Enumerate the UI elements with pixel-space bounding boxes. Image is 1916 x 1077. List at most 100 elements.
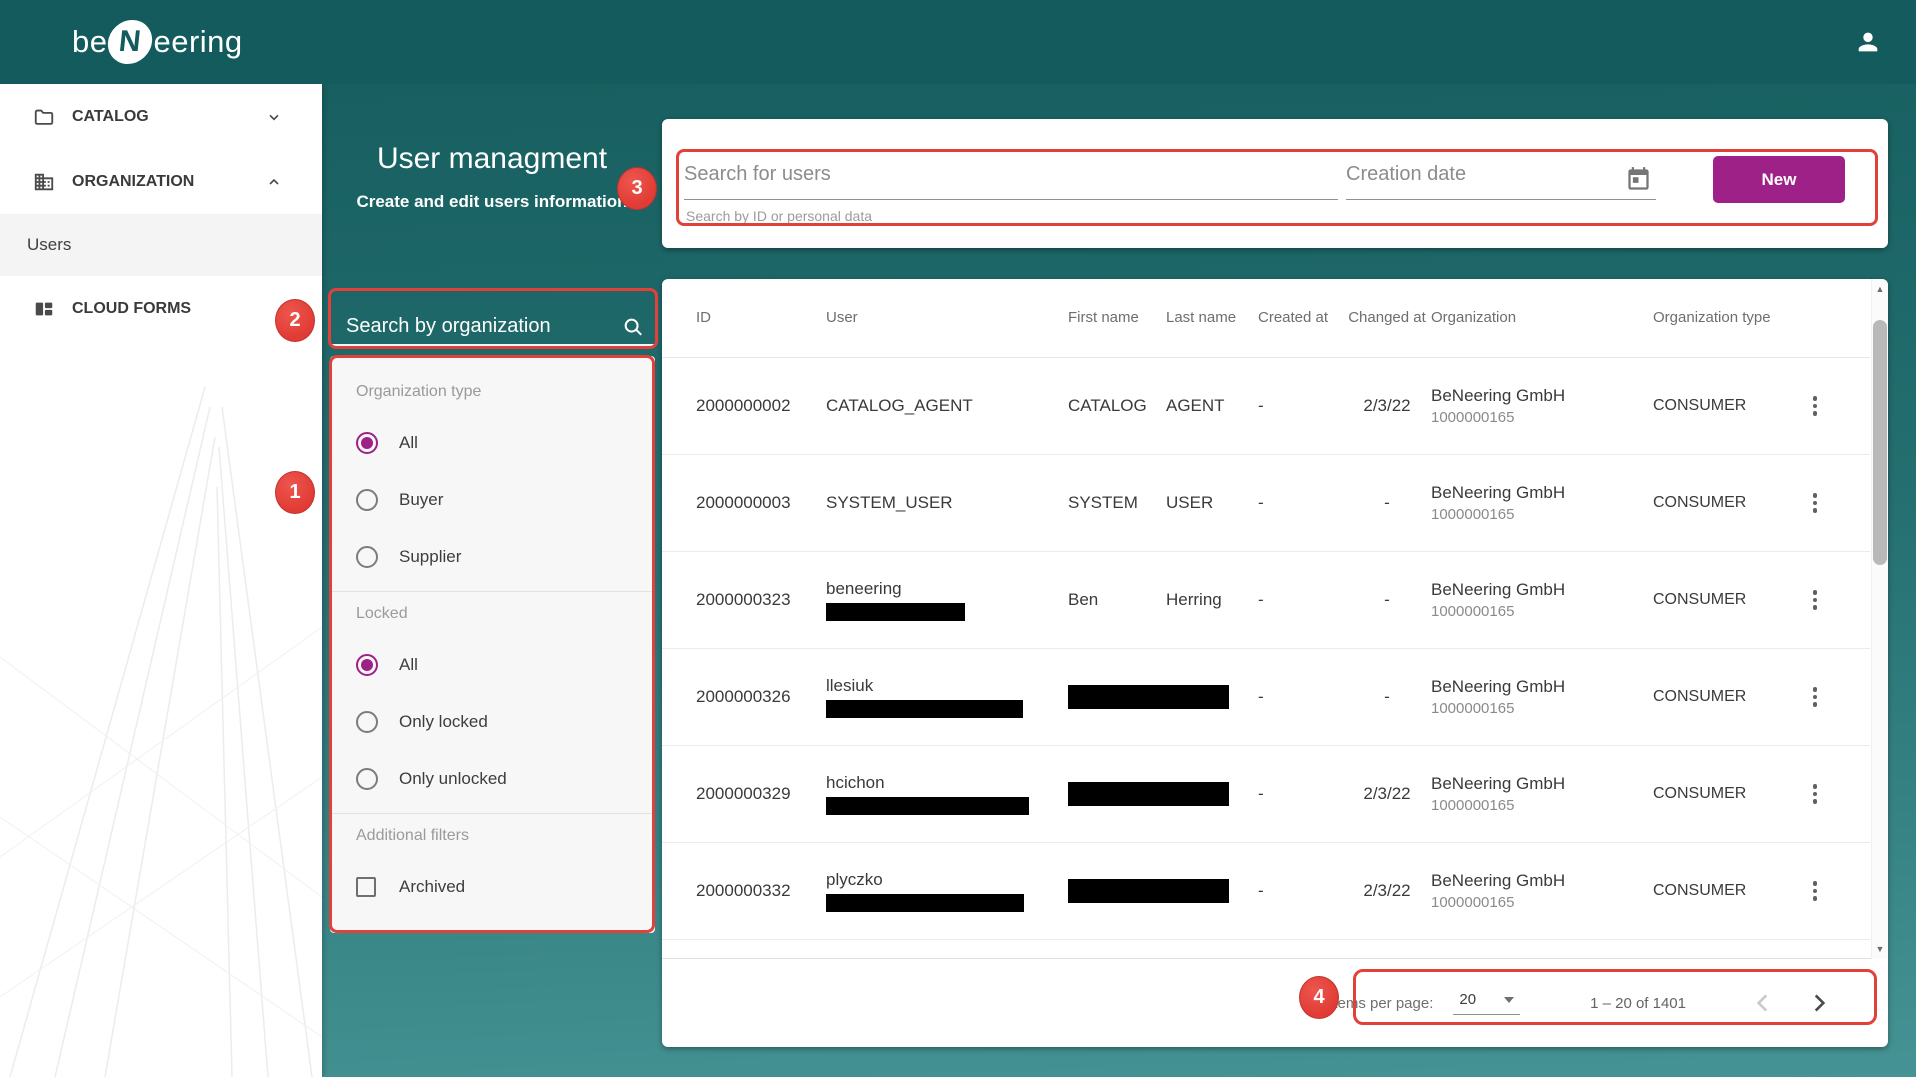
column-header-organization-type: Organization type <box>1653 305 1805 331</box>
row-organization: BeNeering GmbH1000000165 <box>1431 677 1653 717</box>
row-user: llesiuk <box>826 676 1068 718</box>
scrollbar-thumb[interactable] <box>1873 320 1887 565</box>
new-user-button[interactable]: New <box>1713 156 1845 203</box>
row-user: beneering <box>826 579 1068 621</box>
row-first-name <box>1068 685 1166 709</box>
annotation-circle-4: 4 <box>1299 976 1339 1019</box>
radio-only-unlocked[interactable]: Only unlocked <box>356 750 655 807</box>
radio-org-type-supplier[interactable]: Supplier <box>356 528 655 585</box>
row-org-type: CONSUMER <box>1653 494 1805 512</box>
redaction-bar <box>826 797 1029 815</box>
radio-label: Supplier <box>399 547 461 567</box>
radio-locked-all[interactable]: All <box>356 636 655 693</box>
items-per-page-select[interactable]: 20 <box>1453 991 1520 1015</box>
table-footer: Items per page: 20 1 – 20 of 1401 <box>662 959 1888 1047</box>
sidebar-item-users[interactable]: Users <box>0 214 322 276</box>
row-organization: BeNeering GmbH1000000165 <box>1431 774 1653 814</box>
organization-search-input[interactable]: Search by organization <box>332 294 654 346</box>
sidebar-item-cloud-forms[interactable]: CLOUD FORMS <box>0 276 322 341</box>
checkbox-archived[interactable]: Archived <box>356 858 655 915</box>
row-menu-button[interactable] <box>1797 677 1833 717</box>
table-row[interactable]: 2000000326llesiuk--BeNeering GmbH1000000… <box>662 649 1870 746</box>
row-menu-button[interactable] <box>1797 774 1833 814</box>
row-created-at: - <box>1258 687 1343 707</box>
row-last-name: USER <box>1166 493 1258 513</box>
row-menu-button[interactable] <box>1797 871 1833 911</box>
sidebar-item-catalog[interactable]: CATALOG <box>0 84 322 149</box>
radio-org-type-buyer[interactable]: Buyer <box>356 471 655 528</box>
column-header-created-at: Created at <box>1258 305 1343 331</box>
scroll-down-arrow-icon[interactable]: ▼ <box>1872 941 1888 957</box>
row-changed-at: 2/3/22 <box>1343 784 1431 804</box>
creation-date-input[interactable]: Creation date <box>1346 163 1656 200</box>
row-id: 2000000323 <box>696 590 826 610</box>
row-organization: BeNeering GmbH1000000165 <box>1431 871 1653 911</box>
sidebar-sub-item-label: Users <box>27 235 71 255</box>
column-header-user: User <box>826 305 1068 331</box>
table-row[interactable]: 2000000323beneeringBenHerring--BeNeering… <box>662 552 1870 649</box>
row-changed-at: 2/3/22 <box>1343 881 1431 901</box>
row-menu-button[interactable] <box>1797 580 1833 620</box>
row-changed-at: - <box>1343 687 1431 707</box>
chevron-down-icon <box>266 109 282 125</box>
table-body: 2000000002CATALOG_AGENTCATALOGAGENT-2/3/… <box>662 358 1888 940</box>
search-users-placeholder: Search for users <box>684 163 831 185</box>
table-row[interactable]: 2000000329hcichon-2/3/22BeNeering GmbH10… <box>662 746 1870 843</box>
row-changed-at: - <box>1343 590 1431 610</box>
row-changed-at: 2/3/22 <box>1343 396 1431 416</box>
filter-section-label: Additional filters <box>356 814 655 858</box>
folder-icon <box>33 106 55 128</box>
previous-page-button[interactable] <box>1750 990 1776 1016</box>
partially-visible-row <box>662 940 1888 959</box>
row-menu-button[interactable] <box>1797 386 1833 426</box>
chevron-up-icon <box>266 174 282 190</box>
scroll-up-arrow-icon[interactable]: ▲ <box>1872 281 1888 297</box>
row-last-name: Herring <box>1166 590 1258 610</box>
radio-selected-icon <box>356 432 378 454</box>
row-created-at: - <box>1258 590 1343 610</box>
row-organization: BeNeering GmbH1000000165 <box>1431 483 1653 523</box>
row-created-at: - <box>1258 784 1343 804</box>
page-title: User managment <box>322 142 662 176</box>
row-user: hcichon <box>826 773 1068 815</box>
table-row[interactable]: 2000000003SYSTEM_USERSYSTEMUSER--BeNeeri… <box>662 455 1870 552</box>
next-page-button[interactable] <box>1806 990 1832 1016</box>
search-hint-text: Search by ID or personal data <box>686 208 872 224</box>
calendar-icon[interactable] <box>1625 166 1652 193</box>
account-person-icon[interactable] <box>1854 28 1882 56</box>
row-first-name: Ben <box>1068 590 1166 610</box>
search-users-input[interactable]: Search for users <box>684 163 1338 200</box>
row-created-at: - <box>1258 493 1343 513</box>
radio-icon <box>356 768 378 790</box>
radio-org-type-all[interactable]: All <box>356 414 655 471</box>
top-bar: beNeering <box>0 0 1916 84</box>
brand-logo: beNeering <box>72 20 243 64</box>
row-created-at: - <box>1258 396 1343 416</box>
row-first-name <box>1068 782 1166 806</box>
search-icon <box>622 316 644 338</box>
radio-label: All <box>399 433 418 453</box>
row-org-type: CONSUMER <box>1653 785 1805 803</box>
annotation-circle-2: 2 <box>275 299 315 342</box>
table-scrollbar[interactable]: ▲ ▼ <box>1871 279 1888 959</box>
filter-section-label: Locked <box>356 592 655 636</box>
row-user: SYSTEM_USER <box>826 493 1068 513</box>
redaction-bar <box>826 603 965 621</box>
radio-only-locked[interactable]: Only locked <box>356 693 655 750</box>
table-row[interactable]: 2000000332plyczko-2/3/22BeNeering GmbH10… <box>662 843 1870 940</box>
sidebar-item-organization[interactable]: ORGANIZATION <box>0 149 322 214</box>
row-org-type: CONSUMER <box>1653 688 1805 706</box>
table-row[interactable]: 2000000002CATALOG_AGENTCATALOGAGENT-2/3/… <box>662 358 1870 455</box>
row-user: plyczko <box>826 870 1068 912</box>
radio-label: Buyer <box>399 490 443 510</box>
items-per-page-label: Items per page: <box>1329 995 1433 1012</box>
row-id: 2000000002 <box>696 396 826 416</box>
dropdown-caret-icon <box>1504 997 1514 1003</box>
row-created-at: - <box>1258 881 1343 901</box>
sidebar-item-label: ORGANIZATION <box>72 173 194 191</box>
logo-text-left: be <box>72 24 107 60</box>
row-menu-button[interactable] <box>1797 483 1833 523</box>
annotation-circle-1: 1 <box>275 471 315 514</box>
sidebar: CATALOG ORGANIZATION Users CLOUD FORMS <box>0 84 322 1077</box>
filter-panel: Organization type All Buyer Supplier Loc… <box>330 356 655 933</box>
